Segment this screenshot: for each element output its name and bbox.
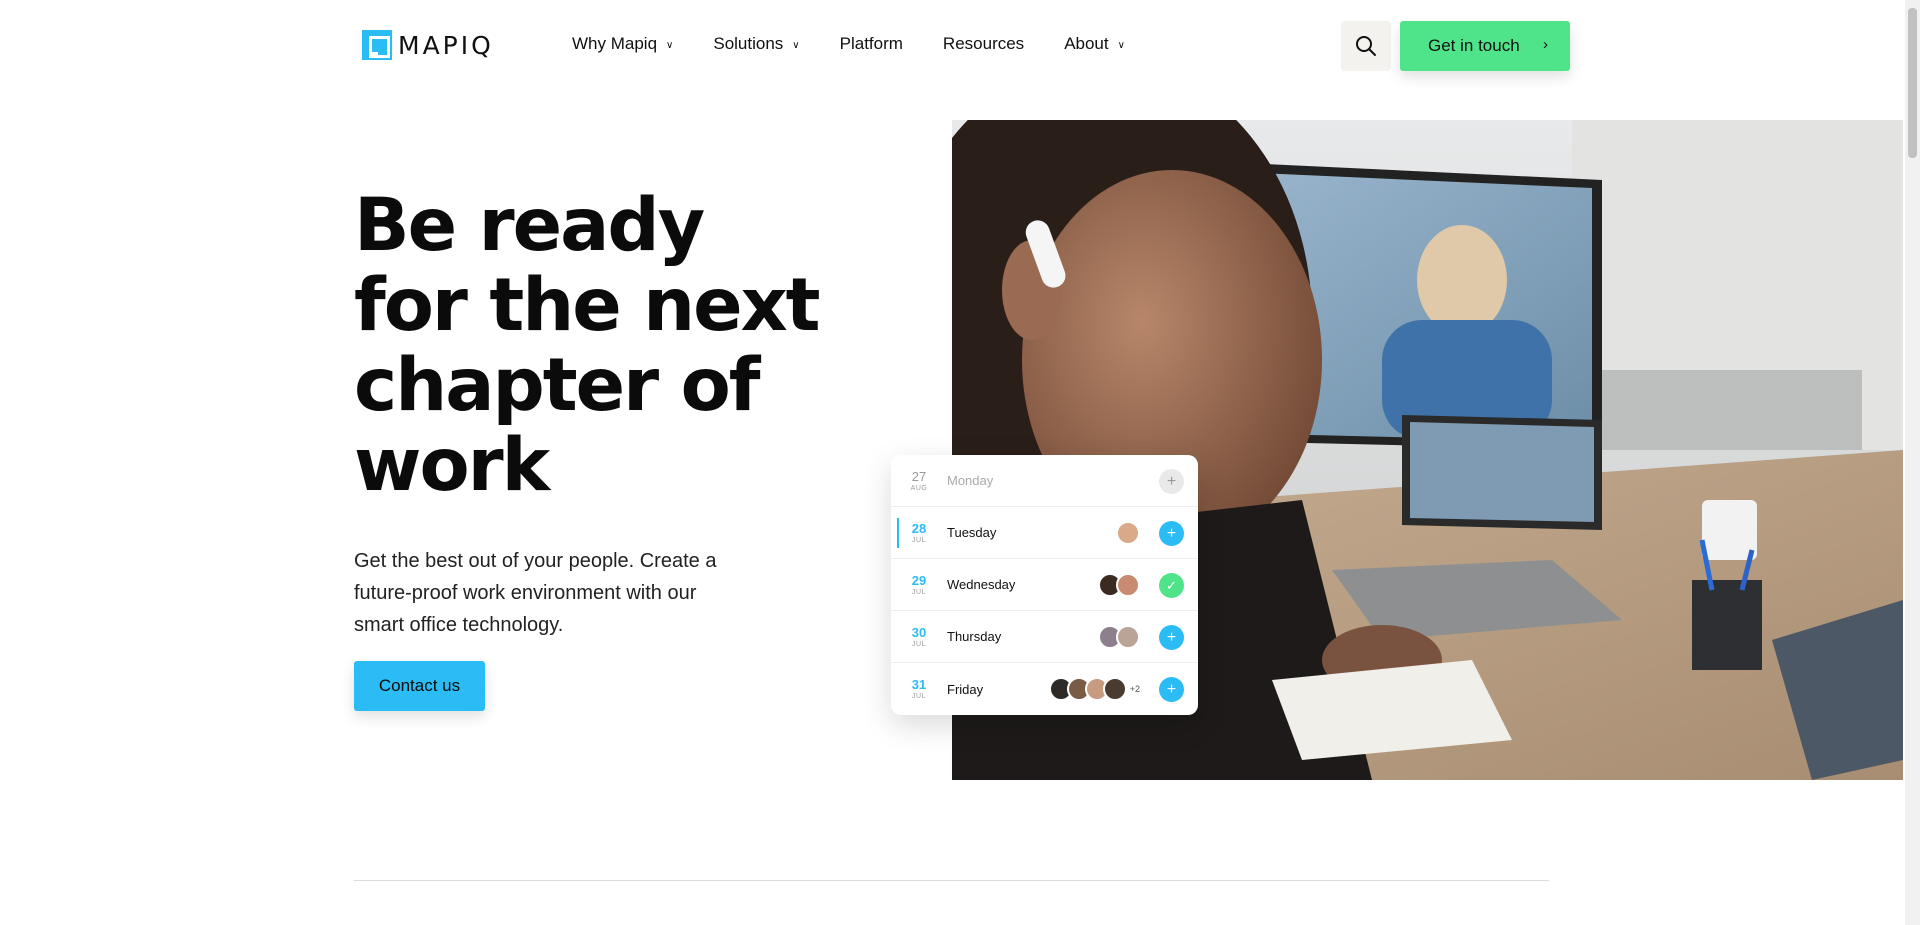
attendee-avatars: +2	[1048, 677, 1140, 701]
nav-item-solutions[interactable]: Solutions ∨	[713, 34, 799, 54]
calendar-date: 27 AUG	[891, 470, 947, 492]
nav-label: Resources	[942, 34, 1025, 53]
date-day: 30	[911, 624, 927, 640]
date-day: 27	[911, 468, 927, 484]
logo-mark-icon	[362, 30, 392, 60]
search-button[interactable]	[1341, 21, 1391, 71]
site-header: MAPIQ Why Mapiq ∨ Solutions ∨ Platform R…	[0, 0, 1905, 92]
calendar-row[interactable]: 31 JUL Friday +2 +	[891, 663, 1198, 715]
selected-day-marker	[897, 518, 899, 548]
nav-item-platform[interactable]: Platform	[840, 34, 903, 54]
chevron-down-icon: ∨	[666, 39, 674, 51]
booking-calendar-card: 27 AUG Monday + 28 JUL Tuesday + 29 JUL …	[891, 455, 1198, 715]
calendar-row[interactable]: 27 AUG Monday +	[891, 455, 1198, 507]
add-booking-button[interactable]: +	[1159, 677, 1184, 702]
date-day: 28	[911, 520, 927, 536]
calendar-date: 30 JUL	[891, 626, 947, 648]
chevron-right-icon: ›	[1543, 36, 1548, 53]
date-month: AUG	[910, 484, 928, 492]
calendar-date: 31 JUL	[891, 678, 947, 700]
chevron-down-icon: ∨	[1117, 39, 1125, 51]
logo-text: MAPIQ	[398, 30, 494, 60]
date-day: 31	[911, 677, 927, 692]
attendee-avatars	[1116, 521, 1140, 545]
weekday-label: Thursday	[947, 629, 1002, 644]
add-booking-button[interactable]: +	[1159, 625, 1184, 650]
contact-us-button[interactable]: Contact us	[354, 661, 485, 711]
weekday-label: Wednesday	[947, 577, 1016, 592]
calendar-row[interactable]: 28 JUL Tuesday +	[891, 507, 1198, 559]
hero-title: Be ready for the next chapter of work	[354, 183, 821, 508]
add-booking-button[interactable]: +	[1159, 521, 1184, 546]
calendar-date: 29 JUL	[891, 574, 947, 596]
hero-subtitle: Get the best out of your people. Create …	[354, 550, 717, 636]
date-month: JUL	[912, 536, 926, 544]
scrollbar-thumb[interactable]	[1908, 8, 1917, 158]
avatar	[1116, 625, 1140, 649]
calendar-row[interactable]: 30 JUL Thursday +	[891, 611, 1198, 663]
weekday-label: Tuesday	[947, 525, 997, 540]
nav-item-why-mapiq[interactable]: Why Mapiq ∨	[572, 34, 673, 54]
calendar-date: 28 JUL	[891, 522, 947, 544]
check-icon[interactable]: ✓	[1159, 573, 1184, 598]
nav-item-about[interactable]: About ∨	[1064, 34, 1125, 54]
mapiq-logo[interactable]: MAPIQ	[362, 30, 494, 60]
avatar	[1116, 521, 1140, 545]
attendee-avatars	[1098, 573, 1140, 597]
nav-label: Solutions	[713, 34, 784, 53]
get-in-touch-button[interactable]: Get in touch ›	[1400, 21, 1570, 71]
weekday-label: Monday	[947, 473, 994, 488]
main-nav: Why Mapiq ∨ Solutions ∨ Platform Resourc…	[572, 34, 1165, 54]
date-month: JUL	[912, 640, 926, 648]
more-attendees-count: +2	[1129, 684, 1140, 694]
page-scrollbar[interactable]	[1905, 0, 1920, 925]
nav-label: Platform	[839, 34, 903, 53]
search-icon	[1356, 36, 1376, 56]
avatar	[1116, 573, 1140, 597]
attendee-avatars	[1098, 625, 1140, 649]
section-divider	[354, 880, 1549, 881]
weekday-label: Friday	[947, 681, 984, 697]
calendar-row[interactable]: 29 JUL Wednesday ✓	[891, 559, 1198, 611]
nav-item-resources[interactable]: Resources	[943, 34, 1024, 54]
cta-label: Get in touch	[1428, 36, 1520, 55]
add-booking-button[interactable]: +	[1159, 469, 1184, 494]
avatar	[1102, 677, 1127, 701]
date-month: JUL	[912, 693, 926, 700]
date-month: JUL	[912, 588, 926, 596]
date-day: 29	[911, 572, 927, 588]
chevron-down-icon: ∨	[792, 39, 800, 51]
nav-label: Why Mapiq	[572, 34, 658, 53]
nav-label: About	[1064, 34, 1109, 53]
